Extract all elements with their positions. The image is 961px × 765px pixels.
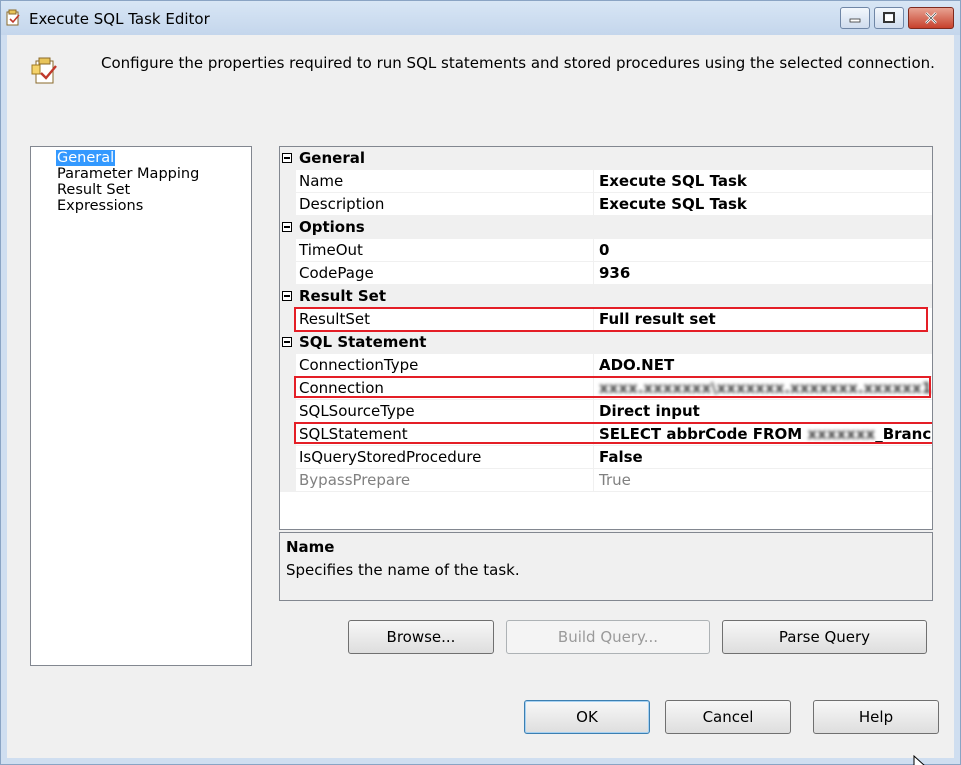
property-row-codepage[interactable]: CodePage 936 <box>280 262 932 285</box>
property-name: BypassPrepare <box>299 471 411 489</box>
property-row-sqlsourcetype[interactable]: SQLSourceType Direct input <box>280 400 932 423</box>
category-general[interactable]: General <box>280 147 932 170</box>
property-name: CodePage <box>299 264 374 282</box>
title-bar[interactable]: Execute SQL Task Editor <box>1 1 960 35</box>
dialog-description: Configure the properties required to run… <box>101 54 935 72</box>
category-label: General <box>299 149 365 167</box>
property-value[interactable]: ADO.NET <box>599 356 674 374</box>
property-row-isquerystoredprocedure[interactable]: IsQueryStoredProcedure False <box>280 446 932 469</box>
property-value[interactable]: False <box>599 448 643 466</box>
nav-item-result-set[interactable]: Result Set <box>56 182 131 198</box>
browse-button[interactable]: Browse... <box>348 620 494 654</box>
description-text: Specifies the name of the task. <box>286 561 520 579</box>
property-row-description[interactable]: Description Execute SQL Task <box>280 193 932 216</box>
property-row-connectiontype[interactable]: ConnectionType ADO.NET <box>280 354 932 377</box>
property-row-name[interactable]: Name Execute SQL Task <box>280 170 932 193</box>
build-query-button[interactable]: Build Query... <box>506 620 710 654</box>
nav-item-expressions[interactable]: Expressions <box>56 198 144 214</box>
dialog-client-area: Configure the properties required to run… <box>7 35 954 765</box>
collapse-icon[interactable] <box>282 222 292 232</box>
property-grid: General Name Execute SQL Task Descriptio… <box>279 146 933 530</box>
collapse-icon[interactable] <box>282 153 292 163</box>
property-name: ConnectionType <box>299 356 419 374</box>
property-value[interactable]: Direct input <box>599 402 700 420</box>
highlight-box-connection <box>294 376 931 398</box>
page-navigation: General Parameter Mapping Result Set Exp… <box>30 146 252 666</box>
window-title: Execute SQL Task Editor <box>29 10 210 28</box>
property-value: True <box>599 471 631 489</box>
highlight-box-resultset <box>294 307 928 332</box>
help-button[interactable]: Help <box>813 700 939 734</box>
property-value[interactable]: Execute SQL Task <box>599 172 747 190</box>
maximize-button[interactable] <box>874 7 904 29</box>
highlight-box-sqlstatement <box>294 422 932 444</box>
property-description-panel: Name Specifies the name of the task. <box>279 532 933 601</box>
close-icon <box>925 12 937 24</box>
property-value[interactable]: 0 <box>599 241 609 259</box>
cancel-button[interactable]: Cancel <box>665 700 791 734</box>
property-row-timeout[interactable]: TimeOut 0 <box>280 239 932 262</box>
sql-task-icon <box>31 57 57 84</box>
dialog-header: Configure the properties required to run… <box>7 35 954 125</box>
category-result-set[interactable]: Result Set <box>280 285 932 308</box>
category-label: SQL Statement <box>299 333 427 351</box>
category-sql-statement[interactable]: SQL Statement <box>280 331 932 354</box>
maximize-icon <box>883 12 895 23</box>
category-options[interactable]: Options <box>280 216 932 239</box>
property-name: Name <box>299 172 344 190</box>
category-label: Options <box>299 218 365 236</box>
ok-button[interactable]: OK <box>524 700 650 734</box>
nav-item-parameter-mapping[interactable]: Parameter Mapping <box>56 166 200 182</box>
description-title: Name <box>286 538 335 556</box>
property-name: IsQueryStoredProcedure <box>299 448 482 466</box>
minimize-button[interactable] <box>840 7 870 29</box>
property-row-bypassprepare[interactable]: BypassPrepare True <box>280 469 932 492</box>
editor-window: Execute SQL Task Editor Configure the pr… <box>0 0 961 765</box>
property-name: SQLSourceType <box>299 402 415 420</box>
sql-task-icon <box>6 9 20 26</box>
close-button[interactable] <box>908 7 954 29</box>
nav-item-general[interactable]: General <box>56 150 116 166</box>
collapse-icon[interactable] <box>282 291 292 301</box>
property-name: TimeOut <box>299 241 363 259</box>
category-label: Result Set <box>299 287 387 305</box>
collapse-icon[interactable] <box>282 337 292 347</box>
property-name: Description <box>299 195 385 213</box>
minimize-icon <box>849 18 861 23</box>
parse-query-button[interactable]: Parse Query <box>722 620 927 654</box>
mouse-cursor-icon <box>913 755 925 765</box>
property-value[interactable]: 936 <box>599 264 630 282</box>
property-value[interactable]: Execute SQL Task <box>599 195 747 213</box>
